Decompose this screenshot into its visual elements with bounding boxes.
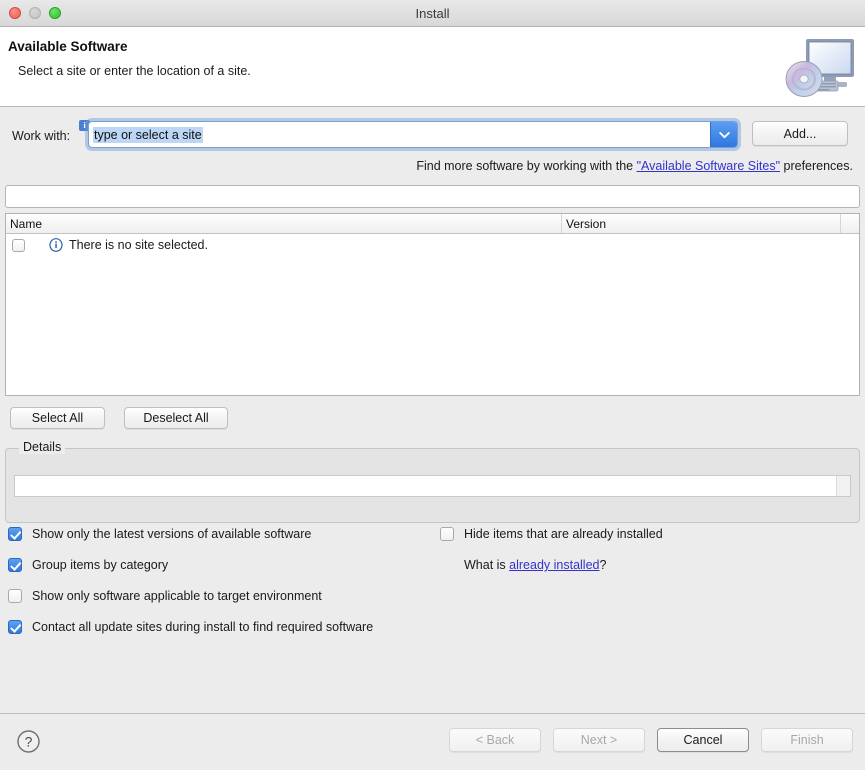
column-header-version[interactable]: Version — [562, 214, 841, 233]
option-label: Contact all update sites during install … — [32, 620, 374, 634]
option-hide-installed[interactable]: Hide items that are already installed — [440, 527, 860, 541]
page-subtitle: Select a site or enter the location of a… — [18, 64, 251, 78]
option-label: Hide items that are already installed — [464, 527, 663, 541]
window-title: Install — [415, 5, 450, 21]
install-wizard-window: Install Available Software Select a site… — [0, 0, 865, 770]
find-more-suffix: preferences. — [780, 159, 854, 173]
wizard-header: Available Software Select a site or ente… — [0, 27, 865, 107]
table-header-row: Name Version — [6, 214, 859, 234]
what-is-suffix: ? — [599, 558, 607, 572]
what-is-prefix: What is — [464, 558, 510, 572]
footer-buttons: < Back Next > Cancel Finish — [449, 728, 853, 752]
select-all-button[interactable]: Select All — [10, 407, 105, 429]
info-circle-icon — [49, 238, 63, 252]
available-software-sites-link[interactable]: "Available Software Sites" — [637, 159, 780, 173]
option-show-latest-versions[interactable]: Show only the latest versions of availab… — [8, 527, 428, 541]
page-title: Available Software — [8, 39, 128, 54]
checkbox-show-latest-versions[interactable] — [8, 527, 22, 541]
option-label: Group items by category — [32, 558, 169, 572]
option-contact-update-sites[interactable]: Contact all update sites during install … — [8, 620, 428, 634]
finish-button[interactable]: Finish — [761, 728, 853, 752]
find-more-software-text: Find more software by working with the "… — [416, 159, 853, 173]
table-cell-name: There is no site selected. — [69, 238, 208, 252]
column-header-extra[interactable] — [841, 214, 859, 233]
back-button[interactable]: < Back — [449, 728, 541, 752]
work-with-label: Work with: — [12, 129, 71, 143]
wizard-footer: ? < Back Next > Cancel Finish — [0, 713, 865, 770]
filter-input[interactable] — [5, 185, 860, 208]
minimize-window-button[interactable] — [29, 7, 41, 19]
add-site-button[interactable]: Add... — [752, 121, 848, 146]
details-group: Details — [5, 440, 860, 523]
chevron-down-icon[interactable] — [710, 122, 737, 147]
already-installed-link[interactable]: already installed — [509, 558, 599, 572]
column-header-name[interactable]: Name — [6, 214, 562, 233]
option-group-by-category[interactable]: Group items by category — [8, 558, 428, 572]
option-label: Show only software applicable to target … — [32, 589, 322, 603]
help-question-icon[interactable]: ? — [16, 729, 41, 754]
window-controls — [0, 7, 61, 19]
table-row[interactable]: There is no site selected. — [6, 234, 859, 256]
checkbox-hide-installed[interactable] — [440, 527, 454, 541]
next-button[interactable]: Next > — [553, 728, 645, 752]
install-monitor-disc-icon — [780, 31, 862, 103]
table-body: There is no site selected. — [6, 234, 859, 395]
close-window-button[interactable] — [9, 7, 21, 19]
option-target-environment[interactable]: Show only software applicable to target … — [8, 589, 428, 603]
zoom-window-button[interactable] — [49, 7, 61, 19]
options-left-column: Show only the latest versions of availab… — [8, 527, 428, 651]
wizard-body: Work with: i type or select a site Add..… — [0, 107, 865, 713]
what-is-already-installed-text: What is already installed? — [464, 558, 860, 572]
work-with-value: type or select a site — [93, 126, 203, 143]
row-checkbox[interactable] — [12, 238, 25, 252]
options-right-column: Hide items that are already installed Wh… — [440, 527, 860, 572]
work-with-combobox[interactable]: type or select a site — [88, 121, 738, 148]
svg-text:?: ? — [25, 733, 33, 749]
work-with-row: Work with: i type or select a site Add..… — [0, 120, 865, 151]
checkbox-contact-update-sites[interactable] — [8, 620, 22, 634]
checkbox-target-environment[interactable] — [8, 589, 22, 603]
details-content-box[interactable] — [14, 475, 851, 497]
find-more-prefix: Find more software by working with the — [416, 159, 637, 173]
checkbox-group-by-category[interactable] — [8, 558, 22, 572]
available-software-table: Name Version There is no site selected. — [5, 213, 860, 396]
work-with-input[interactable]: type or select a site — [89, 122, 710, 147]
deselect-all-button[interactable]: Deselect All — [124, 407, 228, 429]
cancel-button[interactable]: Cancel — [657, 728, 749, 752]
option-label: Show only the latest versions of availab… — [32, 527, 312, 541]
details-label: Details — [19, 440, 66, 454]
details-scrollbar[interactable] — [836, 476, 850, 496]
title-bar: Install — [0, 0, 865, 27]
